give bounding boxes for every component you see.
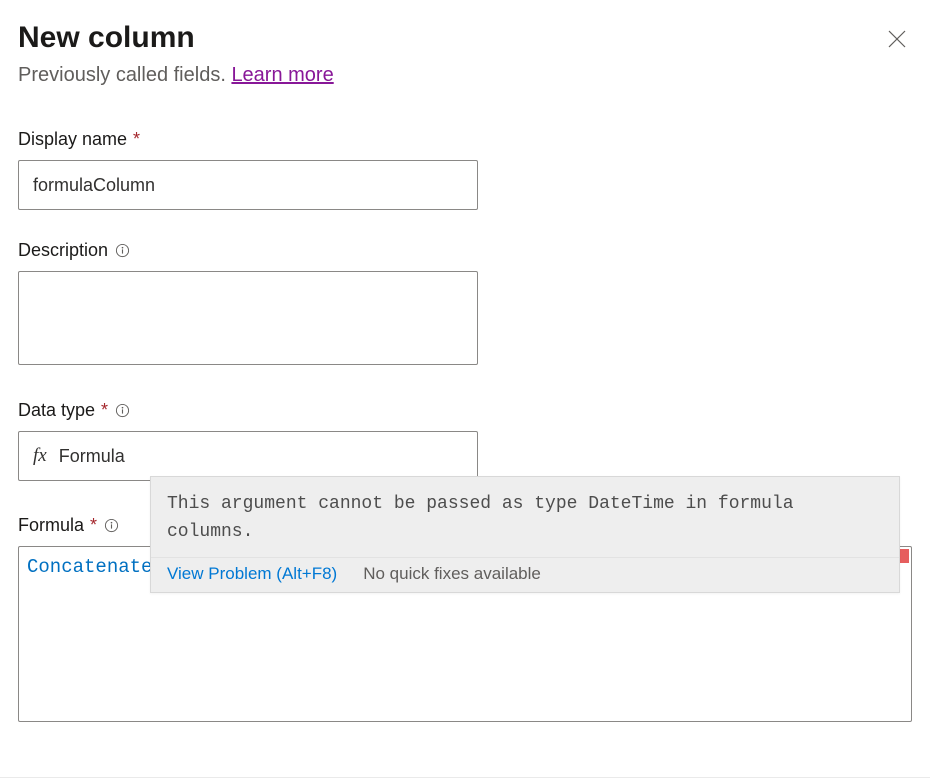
error-tooltip: This argument cannot be passed as type D… [150, 476, 900, 593]
divider [0, 777, 930, 778]
description-label-text: Description [18, 240, 108, 261]
required-asterisk: * [90, 515, 97, 536]
panel-title: New column [18, 20, 195, 56]
close-button[interactable] [882, 24, 912, 54]
data-type-label-text: Data type [18, 400, 95, 421]
minimap-error-marker [900, 549, 909, 563]
fx-icon: fx [33, 445, 47, 467]
subtitle-text: Previously called fields. [18, 64, 231, 86]
token-function: Concatenate [27, 556, 152, 578]
info-icon[interactable] [114, 403, 130, 419]
data-type-select[interactable]: fx Formula [18, 431, 478, 481]
description-label: Description [18, 240, 912, 261]
formula-label-text: Formula [18, 515, 84, 536]
info-icon[interactable] [114, 243, 130, 259]
display-name-label-text: Display name [18, 129, 127, 150]
required-asterisk: * [133, 129, 140, 150]
data-type-label: Data type * [18, 400, 912, 421]
required-asterisk: * [101, 400, 108, 421]
close-icon [888, 30, 906, 48]
no-quick-fix-text: No quick fixes available [363, 564, 541, 584]
display-name-label: Display name * [18, 129, 912, 150]
data-type-value: Formula [59, 446, 125, 467]
display-name-input[interactable] [18, 160, 478, 210]
error-message: This argument cannot be passed as type D… [151, 477, 899, 557]
view-problem-link[interactable]: View Problem (Alt+F8) [167, 564, 337, 584]
panel-subtitle: Previously called fields. Learn more [18, 64, 912, 87]
info-icon[interactable] [103, 518, 119, 534]
learn-more-link[interactable]: Learn more [231, 64, 333, 86]
description-input[interactable] [18, 271, 478, 365]
